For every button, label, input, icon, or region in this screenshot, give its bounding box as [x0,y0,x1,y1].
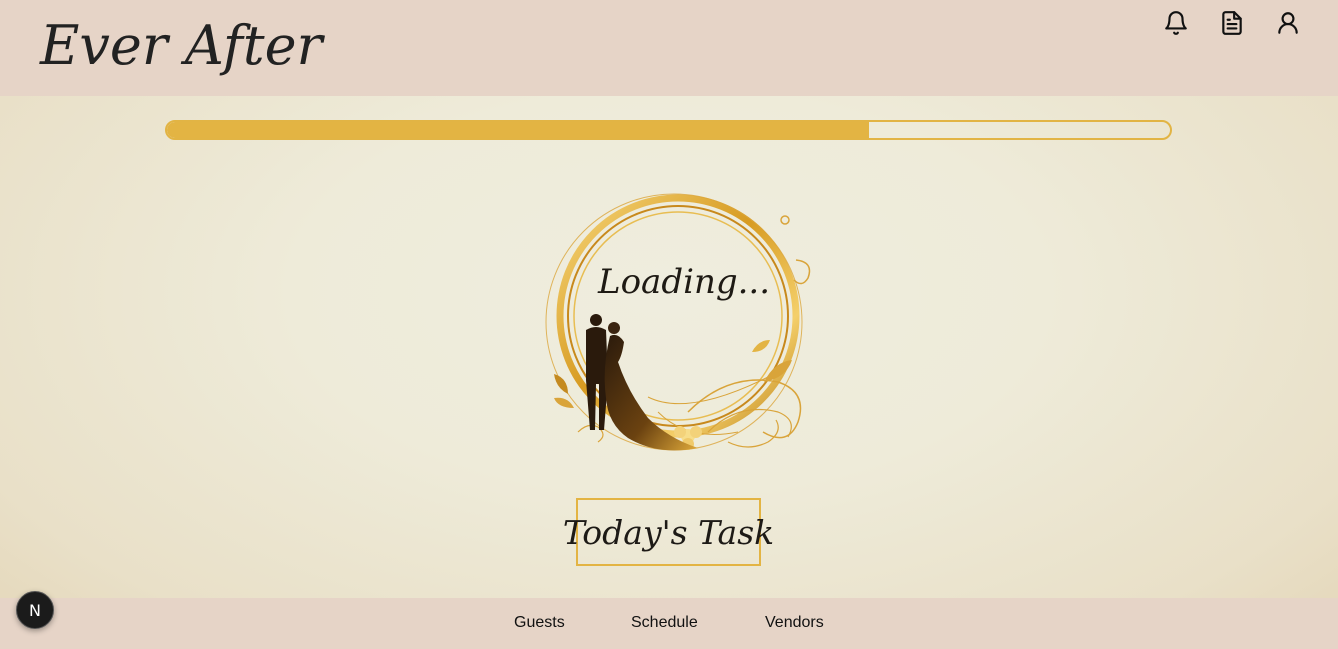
dev-tools-badge[interactable]: N [16,591,54,629]
wedding-ring-emblem [538,182,822,474]
todays-task-button[interactable]: Today's Task [563,498,774,566]
nav-guests[interactable]: Guests [514,598,565,649]
user-icon[interactable] [1275,10,1301,36]
nav-schedule[interactable]: Schedule [631,598,698,649]
top-header: Ever After [0,0,1338,96]
progress-bar-fill [167,122,870,138]
bell-icon[interactable] [1163,10,1189,36]
bottom-nav: Guests Schedule Vendors [0,598,1338,649]
nav-vendors[interactable]: Vendors [765,598,824,649]
document-icon[interactable] [1219,10,1245,36]
app-logo[interactable]: Ever After [40,4,322,88]
progress-bar [165,120,1172,140]
loading-text: Loading... [598,262,771,302]
